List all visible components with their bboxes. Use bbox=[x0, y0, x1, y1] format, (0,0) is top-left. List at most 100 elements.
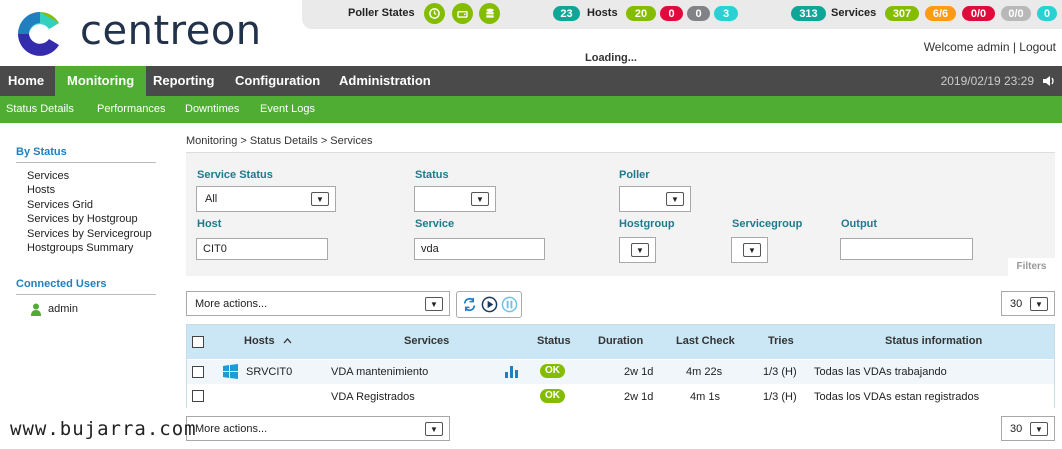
loading-text: Loading... bbox=[585, 52, 637, 64]
header-last-check[interactable]: Last Check bbox=[676, 335, 735, 347]
servicegroup-select[interactable]: ▼ bbox=[731, 237, 768, 263]
service-status-select[interactable]: All ▼ bbox=[196, 186, 336, 212]
services-total-badge[interactable]: 313 bbox=[791, 6, 826, 21]
services-critical-badge[interactable]: 0/0 bbox=[962, 6, 995, 21]
more-actions-select-top[interactable]: More actions... ▼ bbox=[186, 291, 450, 316]
chevron-down-icon: ▼ bbox=[631, 243, 649, 257]
hosts-label: Hosts bbox=[587, 7, 618, 19]
by-status-heading: By Status bbox=[16, 146, 67, 158]
row-checkbox[interactable] bbox=[192, 390, 204, 402]
poller-database-icon[interactable] bbox=[479, 3, 500, 24]
poller-states-label: Poller States bbox=[348, 7, 415, 19]
row-tries: 1/3 (H) bbox=[763, 391, 797, 403]
hosts-up-badge[interactable]: 20 bbox=[626, 6, 656, 21]
select-all-checkbox[interactable] bbox=[192, 336, 204, 348]
brand-name: centreon bbox=[80, 8, 262, 54]
services-pending-badge[interactable]: 0 bbox=[1037, 6, 1057, 21]
host-label: Host bbox=[197, 218, 222, 230]
output-label: Output bbox=[841, 218, 878, 230]
page-size-value: 30 bbox=[1010, 298, 1023, 310]
header-status[interactable]: Status bbox=[537, 335, 571, 347]
centreon-logo[interactable]: centreon bbox=[0, 0, 300, 66]
hostgroup-label: Hostgroup bbox=[619, 218, 675, 230]
host-input[interactable]: CIT0 bbox=[196, 238, 328, 260]
row-duration: 2w 1d bbox=[624, 391, 654, 403]
status-select[interactable]: ▼ bbox=[414, 186, 496, 212]
subnav-status-details[interactable]: Status Details bbox=[6, 96, 74, 123]
user-icon bbox=[31, 303, 41, 316]
nav-monitoring[interactable]: Monitoring bbox=[55, 66, 147, 96]
sidebar-item-services-by-hostgroup[interactable]: Services by Hostgroup bbox=[27, 213, 138, 225]
nav-administration[interactable]: Administration bbox=[339, 66, 431, 96]
filters-tab[interactable]: Filters bbox=[1008, 258, 1055, 276]
chevron-down-icon: ▼ bbox=[425, 297, 443, 311]
hosts-pending-badge[interactable]: 3 bbox=[714, 6, 738, 21]
poller-clock-icon[interactable] bbox=[424, 3, 445, 24]
page-size-select-top[interactable]: 30 ▼ bbox=[1001, 291, 1055, 316]
row-host[interactable]: SRVCIT0 bbox=[246, 366, 292, 378]
services-unknown-badge[interactable]: 0/0 bbox=[1001, 6, 1031, 21]
more-actions-select-bottom[interactable]: More actions... ▼ bbox=[186, 416, 450, 441]
subnav-downtimes[interactable]: Downtimes bbox=[185, 96, 239, 123]
service-status-label: Service Status bbox=[197, 169, 273, 181]
status-badge: OK bbox=[540, 364, 565, 378]
service-label: Service bbox=[415, 218, 455, 230]
welcome-logout-link[interactable]: Welcome admin | Logout bbox=[924, 40, 1056, 54]
table-row[interactable]: VDA Registrados OK 2w 1d 4m 1s 1/3 (H) T… bbox=[187, 385, 1054, 409]
poller-drive-icon[interactable] bbox=[452, 3, 473, 24]
performance-graph-icon[interactable] bbox=[505, 366, 518, 378]
sidebar-item-hostgroups-summary[interactable]: Hostgroups Summary bbox=[27, 242, 133, 254]
sidebar-item-services[interactable]: Services bbox=[27, 170, 69, 182]
nav-reporting[interactable]: Reporting bbox=[153, 66, 214, 96]
row-duration: 2w 1d bbox=[624, 366, 654, 378]
header-tries[interactable]: Tries bbox=[768, 335, 794, 347]
play-icon[interactable] bbox=[481, 296, 498, 313]
status-badge: OK bbox=[540, 389, 565, 403]
pause-icon[interactable] bbox=[501, 296, 518, 313]
row-status-info: Todas los VDAs estan registrados bbox=[814, 391, 980, 403]
centreon-page: centreon Poller States 23 Hosts 20 0 0 3… bbox=[0, 0, 1062, 449]
refresh-controls bbox=[456, 291, 522, 318]
sidebar-item-hosts[interactable]: Hosts bbox=[27, 184, 55, 196]
chevron-down-icon: ▼ bbox=[1030, 422, 1048, 436]
nav-configuration[interactable]: Configuration bbox=[235, 66, 320, 96]
service-input[interactable]: vda bbox=[414, 238, 545, 260]
header-status-information[interactable]: Status information bbox=[885, 335, 982, 347]
hostgroup-select[interactable]: ▼ bbox=[619, 237, 656, 263]
divider bbox=[16, 294, 156, 295]
hosts-unreachable-badge[interactable]: 0 bbox=[687, 6, 710, 21]
page-size-value: 30 bbox=[1010, 423, 1023, 435]
windows-icon bbox=[223, 364, 238, 379]
server-datetime: 2019/02/19 23:29 bbox=[940, 74, 1034, 88]
breadcrumb: Monitoring > Status Details > Services bbox=[186, 135, 373, 147]
row-checkbox[interactable] bbox=[192, 366, 204, 378]
row-service[interactable]: VDA mantenimiento bbox=[331, 366, 428, 378]
servicegroup-label: Servicegroup bbox=[732, 218, 803, 230]
subnav-event-logs[interactable]: Event Logs bbox=[260, 96, 315, 123]
filter-panel: Service Status All ▼ Status ▼ Poller ▼ H… bbox=[186, 152, 1055, 276]
hosts-total-badge[interactable]: 23 bbox=[553, 6, 580, 21]
sort-up-icon[interactable] bbox=[283, 338, 292, 344]
subnav-performances[interactable]: Performances bbox=[97, 96, 165, 123]
services-label: Services bbox=[831, 7, 877, 19]
header-hosts[interactable]: Hosts bbox=[244, 335, 275, 347]
row-status-info: Todas las VDAs trabajando bbox=[814, 366, 947, 378]
hosts-down-badge[interactable]: 0 bbox=[660, 6, 683, 21]
sidebar-item-services-by-servicegroup[interactable]: Services by Servicegroup bbox=[27, 228, 152, 240]
connected-user-admin[interactable]: admin bbox=[48, 303, 78, 315]
main-nav: Home Monitoring Reporting Configuration … bbox=[0, 66, 1062, 96]
refresh-icon[interactable] bbox=[461, 296, 478, 313]
row-service[interactable]: VDA Registrados bbox=[331, 391, 415, 403]
header-services[interactable]: Services bbox=[404, 335, 449, 347]
poller-select[interactable]: ▼ bbox=[619, 186, 691, 212]
centreon-logo-icon bbox=[18, 12, 59, 56]
speaker-icon[interactable] bbox=[1042, 75, 1056, 87]
table-row[interactable]: SRVCIT0 VDA mantenimiento OK 2w 1d 4m 22… bbox=[187, 360, 1054, 384]
sidebar-item-services-grid[interactable]: Services Grid bbox=[27, 199, 93, 211]
services-ok-badge[interactable]: 307 bbox=[885, 6, 919, 21]
page-size-select-bottom[interactable]: 30 ▼ bbox=[1001, 416, 1055, 441]
output-input[interactable] bbox=[840, 238, 973, 260]
header-duration[interactable]: Duration bbox=[598, 335, 643, 347]
nav-home[interactable]: Home bbox=[8, 66, 44, 96]
services-warning-badge[interactable]: 6/6 bbox=[925, 6, 956, 21]
